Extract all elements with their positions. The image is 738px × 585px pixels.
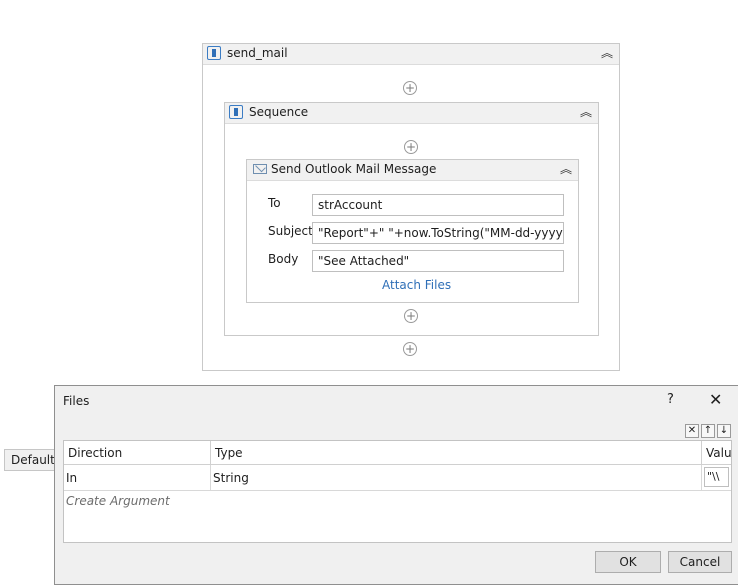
sequence-activity[interactable]: Sequence ︽ + Send Outlook Mail Message ︽… [224, 102, 599, 336]
delete-argument-button[interactable]: ✕ [685, 424, 699, 438]
subject-field[interactable]: "Report"+" "+now.ToString("MM-dd-yyyy") [312, 222, 564, 244]
sequence-icon [229, 105, 243, 119]
mail-icon [253, 164, 267, 174]
help-button[interactable]: ? [667, 392, 674, 407]
ok-button[interactable]: OK [595, 551, 661, 573]
send-mail-header[interactable]: send_mail ︽ [203, 44, 619, 65]
add-activity-icon[interactable]: + [404, 140, 418, 154]
column-header-type[interactable]: Type [211, 441, 702, 465]
mail-activity-header[interactable]: Send Outlook Mail Message ︽ [247, 160, 578, 181]
dialog-title: Files [63, 394, 90, 408]
default-column-header: Default [4, 449, 56, 471]
move-up-button[interactable]: ↑ [701, 424, 715, 438]
add-activity-icon[interactable]: + [404, 309, 418, 323]
cancel-button[interactable]: Cancel [668, 551, 732, 573]
body-label: Body [268, 252, 299, 266]
value-field[interactable]: "\\ [704, 467, 729, 487]
collapse-icon[interactable]: ︽ [601, 45, 613, 61]
sequence-title: Sequence [249, 105, 309, 119]
arguments-grid: Direction Type Valu In String "\\ Create… [63, 440, 732, 543]
close-button[interactable]: ✕ [709, 390, 722, 409]
attach-files-link[interactable]: Attach Files [382, 278, 451, 292]
to-field[interactable]: strAccount [312, 194, 564, 216]
mail-activity-title: Send Outlook Mail Message [271, 162, 437, 176]
files-dialog: Files ? ✕ ✕ ↑ ↓ Direction Type Valu In S… [54, 385, 738, 585]
subject-label: Subject [268, 224, 313, 238]
column-header-value[interactable]: Valu [702, 441, 732, 465]
collapse-icon[interactable]: ︽ [560, 161, 572, 177]
send-outlook-mail-activity[interactable]: Send Outlook Mail Message ︽ To strAccoun… [246, 159, 579, 303]
add-activity-icon[interactable]: + [403, 81, 417, 95]
send-mail-title: send_mail [227, 46, 288, 60]
row-value-cell[interactable]: "\\ [702, 465, 731, 491]
sequence-icon [207, 46, 221, 60]
collapse-icon[interactable]: ︽ [580, 104, 592, 120]
sequence-header[interactable]: Sequence ︽ [225, 103, 598, 124]
to-label: To [268, 196, 281, 210]
add-activity-icon[interactable]: + [403, 342, 417, 356]
send-mail-sequence[interactable]: send_mail ︽ + Sequence ︽ + Send Outlook … [202, 43, 620, 371]
column-header-direction[interactable]: Direction [64, 441, 211, 465]
row-direction-cell[interactable]: In [64, 465, 211, 491]
body-field[interactable]: "See Attached" [312, 250, 564, 272]
move-down-button[interactable]: ↓ [717, 424, 731, 438]
row-type-cell[interactable]: String [211, 465, 702, 491]
create-argument-link[interactable]: Create Argument [66, 494, 170, 508]
